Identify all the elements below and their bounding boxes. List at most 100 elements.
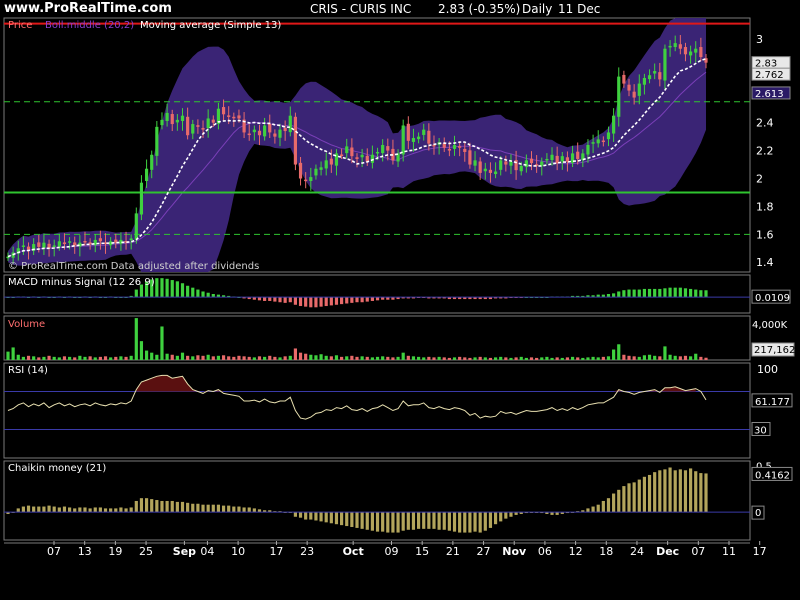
volume-bar [658,356,662,360]
candle-body [165,112,169,121]
volume-bar [257,356,262,360]
volume-bar [201,355,205,360]
chaikin-bar [340,512,344,526]
chaikin-bar [473,512,477,532]
volume-bar [309,354,313,360]
macd-bar [673,287,677,298]
chaikin-bar [67,507,72,513]
macd-bar [689,288,693,298]
macd-bar [175,281,179,298]
candle-body [144,168,149,182]
volume-bar [391,357,395,360]
x-tick-label: 07 [47,545,61,558]
candle-body [458,146,462,148]
candle-body [26,246,31,250]
volume-bar [73,357,77,360]
macd-bar [642,288,647,298]
candle-body [237,115,241,119]
chaikin-bar [355,512,359,528]
macd-bar [678,287,682,298]
candle-body [627,84,631,91]
x-tick-label: 11 [722,545,736,558]
macd-bar [293,297,298,305]
volume-bar [381,356,385,360]
candle-body [406,123,410,141]
candle-body [411,138,416,142]
volume-bar [165,353,169,360]
volume-bar [109,357,113,360]
chaikin-bar [689,468,693,513]
volume-bar [268,355,272,360]
macd-bar [309,297,313,308]
chaikin-bar [612,493,616,513]
chaikin-bar [175,501,179,513]
volume-value-label: 217,162 [754,345,795,356]
candle-body [499,160,503,170]
chaikin-bar [191,503,195,513]
volume-bar [463,357,467,360]
volume-bar [37,357,41,360]
candle-body [83,241,87,243]
chaikin-bar [647,474,652,513]
candle-body [540,161,544,166]
legend-price: Price [8,20,32,31]
chaikin-bar [73,508,77,513]
candle-body [683,47,688,55]
candle-body [186,116,190,136]
x-tick-label: 04 [200,545,214,558]
chaikin-bar [658,470,662,513]
candle-body [355,157,359,159]
candle-body [370,154,374,163]
panel-frame-3 [3,362,751,459]
volume-bar [683,355,688,360]
chaikin-bar [591,506,595,513]
candle-body [150,154,154,170]
volume-bar [175,355,179,360]
macd-bar [155,278,159,298]
macd-bar [627,289,631,298]
candle-body [375,151,380,154]
volume-bar [545,356,549,360]
site-name[interactable]: www.ProRealTime.com [4,1,172,16]
macd-bar [704,290,708,298]
chaikin-bar [242,507,246,513]
volume-bar [83,356,87,360]
volume-bar [416,356,421,360]
chaikin-tick-0: 0 [755,508,761,519]
chaikin-bar [699,473,703,513]
candle-body [257,130,262,136]
volume-bar [345,356,349,360]
chaikin-bar [180,501,185,513]
volume-bar [432,357,436,360]
x-tick-label: 15 [415,545,429,558]
candle-body [273,133,277,137]
candle-body [565,157,570,162]
chaikin-bar [365,512,369,530]
macd-bar [324,297,328,307]
volume-bar [678,356,682,360]
volume-bar [329,356,333,360]
candle-body [678,44,682,49]
candle-body [416,136,421,140]
macd-bar [191,287,195,298]
chaikin-bar [237,506,241,513]
macd-title: MACD minus Signal (12 26 9) [8,277,155,288]
macd-bar [694,289,698,298]
candle-body [160,119,164,126]
macd-bar [329,297,333,306]
macd-bar [370,297,374,301]
volume-bar [170,354,174,360]
volume-bar [334,355,339,360]
candle-body [314,168,318,176]
chaikin-bar [32,506,36,513]
candle-body [319,167,323,170]
candle-body [606,132,611,140]
chaikin-bar [586,508,590,513]
price-tick-label: 2 [756,172,763,185]
chaikin-bar [478,512,482,533]
candle-body [42,242,46,248]
volume-bar [237,355,241,360]
volume-bar [427,356,431,360]
volume-bar [247,356,251,360]
candle-body [62,242,67,245]
